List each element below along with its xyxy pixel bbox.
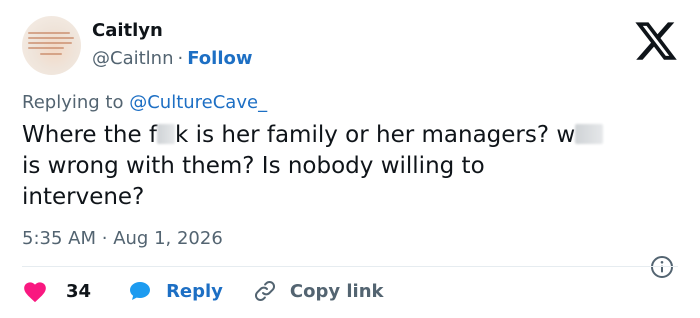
tweet-text: Where the f k is her family or her manage… [22, 120, 682, 213]
author-handle-row: @Caitlnn · Follow [92, 48, 253, 69]
tweet-text-part: Where the f [22, 122, 158, 148]
avatar[interactable] [22, 16, 81, 75]
copy-link-label: Copy link [289, 280, 384, 302]
timestamp-date: Aug 1, 2026 [113, 228, 223, 249]
heart-icon [24, 282, 46, 303]
replying-to: Replying to @CultureCave_ [22, 92, 267, 113]
copy-link-button[interactable]: Copy link [253, 279, 384, 303]
x-logo-icon[interactable] [633, 18, 679, 64]
censor-blur [157, 124, 176, 144]
tweet-line-2: is wrong with them? Is nobody willing to [22, 153, 485, 179]
reply-button[interactable]: Reply [127, 279, 223, 303]
follow-button[interactable]: Follow [187, 48, 252, 69]
censor-blur [575, 124, 604, 144]
timestamp-separator: · [101, 228, 108, 249]
timestamp-time: 5:35 AM [22, 228, 96, 249]
info-icon[interactable] [650, 255, 674, 279]
divider [22, 266, 678, 267]
like-count: 34 [66, 280, 92, 302]
tweet-line-1: Where the f k is her family or her manage… [22, 120, 682, 151]
author-name[interactable]: Caitlyn [92, 20, 163, 41]
replying-prefix: Replying to [22, 92, 124, 113]
author-handle[interactable]: @Caitlnn [92, 48, 173, 69]
timestamp[interactable]: 5:35 AM · Aug 1, 2026 [22, 228, 223, 249]
handle-separator: · [177, 48, 184, 69]
reply-label: Reply [166, 280, 223, 302]
tweet-text-part: k is her family or her managers? w [175, 122, 576, 148]
link-icon [254, 280, 275, 302]
speech-bubble-icon [130, 282, 151, 300]
like-button[interactable]: 34 [22, 279, 91, 303]
tweet-line-3: intervene? [22, 184, 145, 210]
action-bar: 34 Reply Copy link [22, 276, 384, 306]
replying-mention[interactable]: @CultureCave_ [129, 92, 267, 113]
